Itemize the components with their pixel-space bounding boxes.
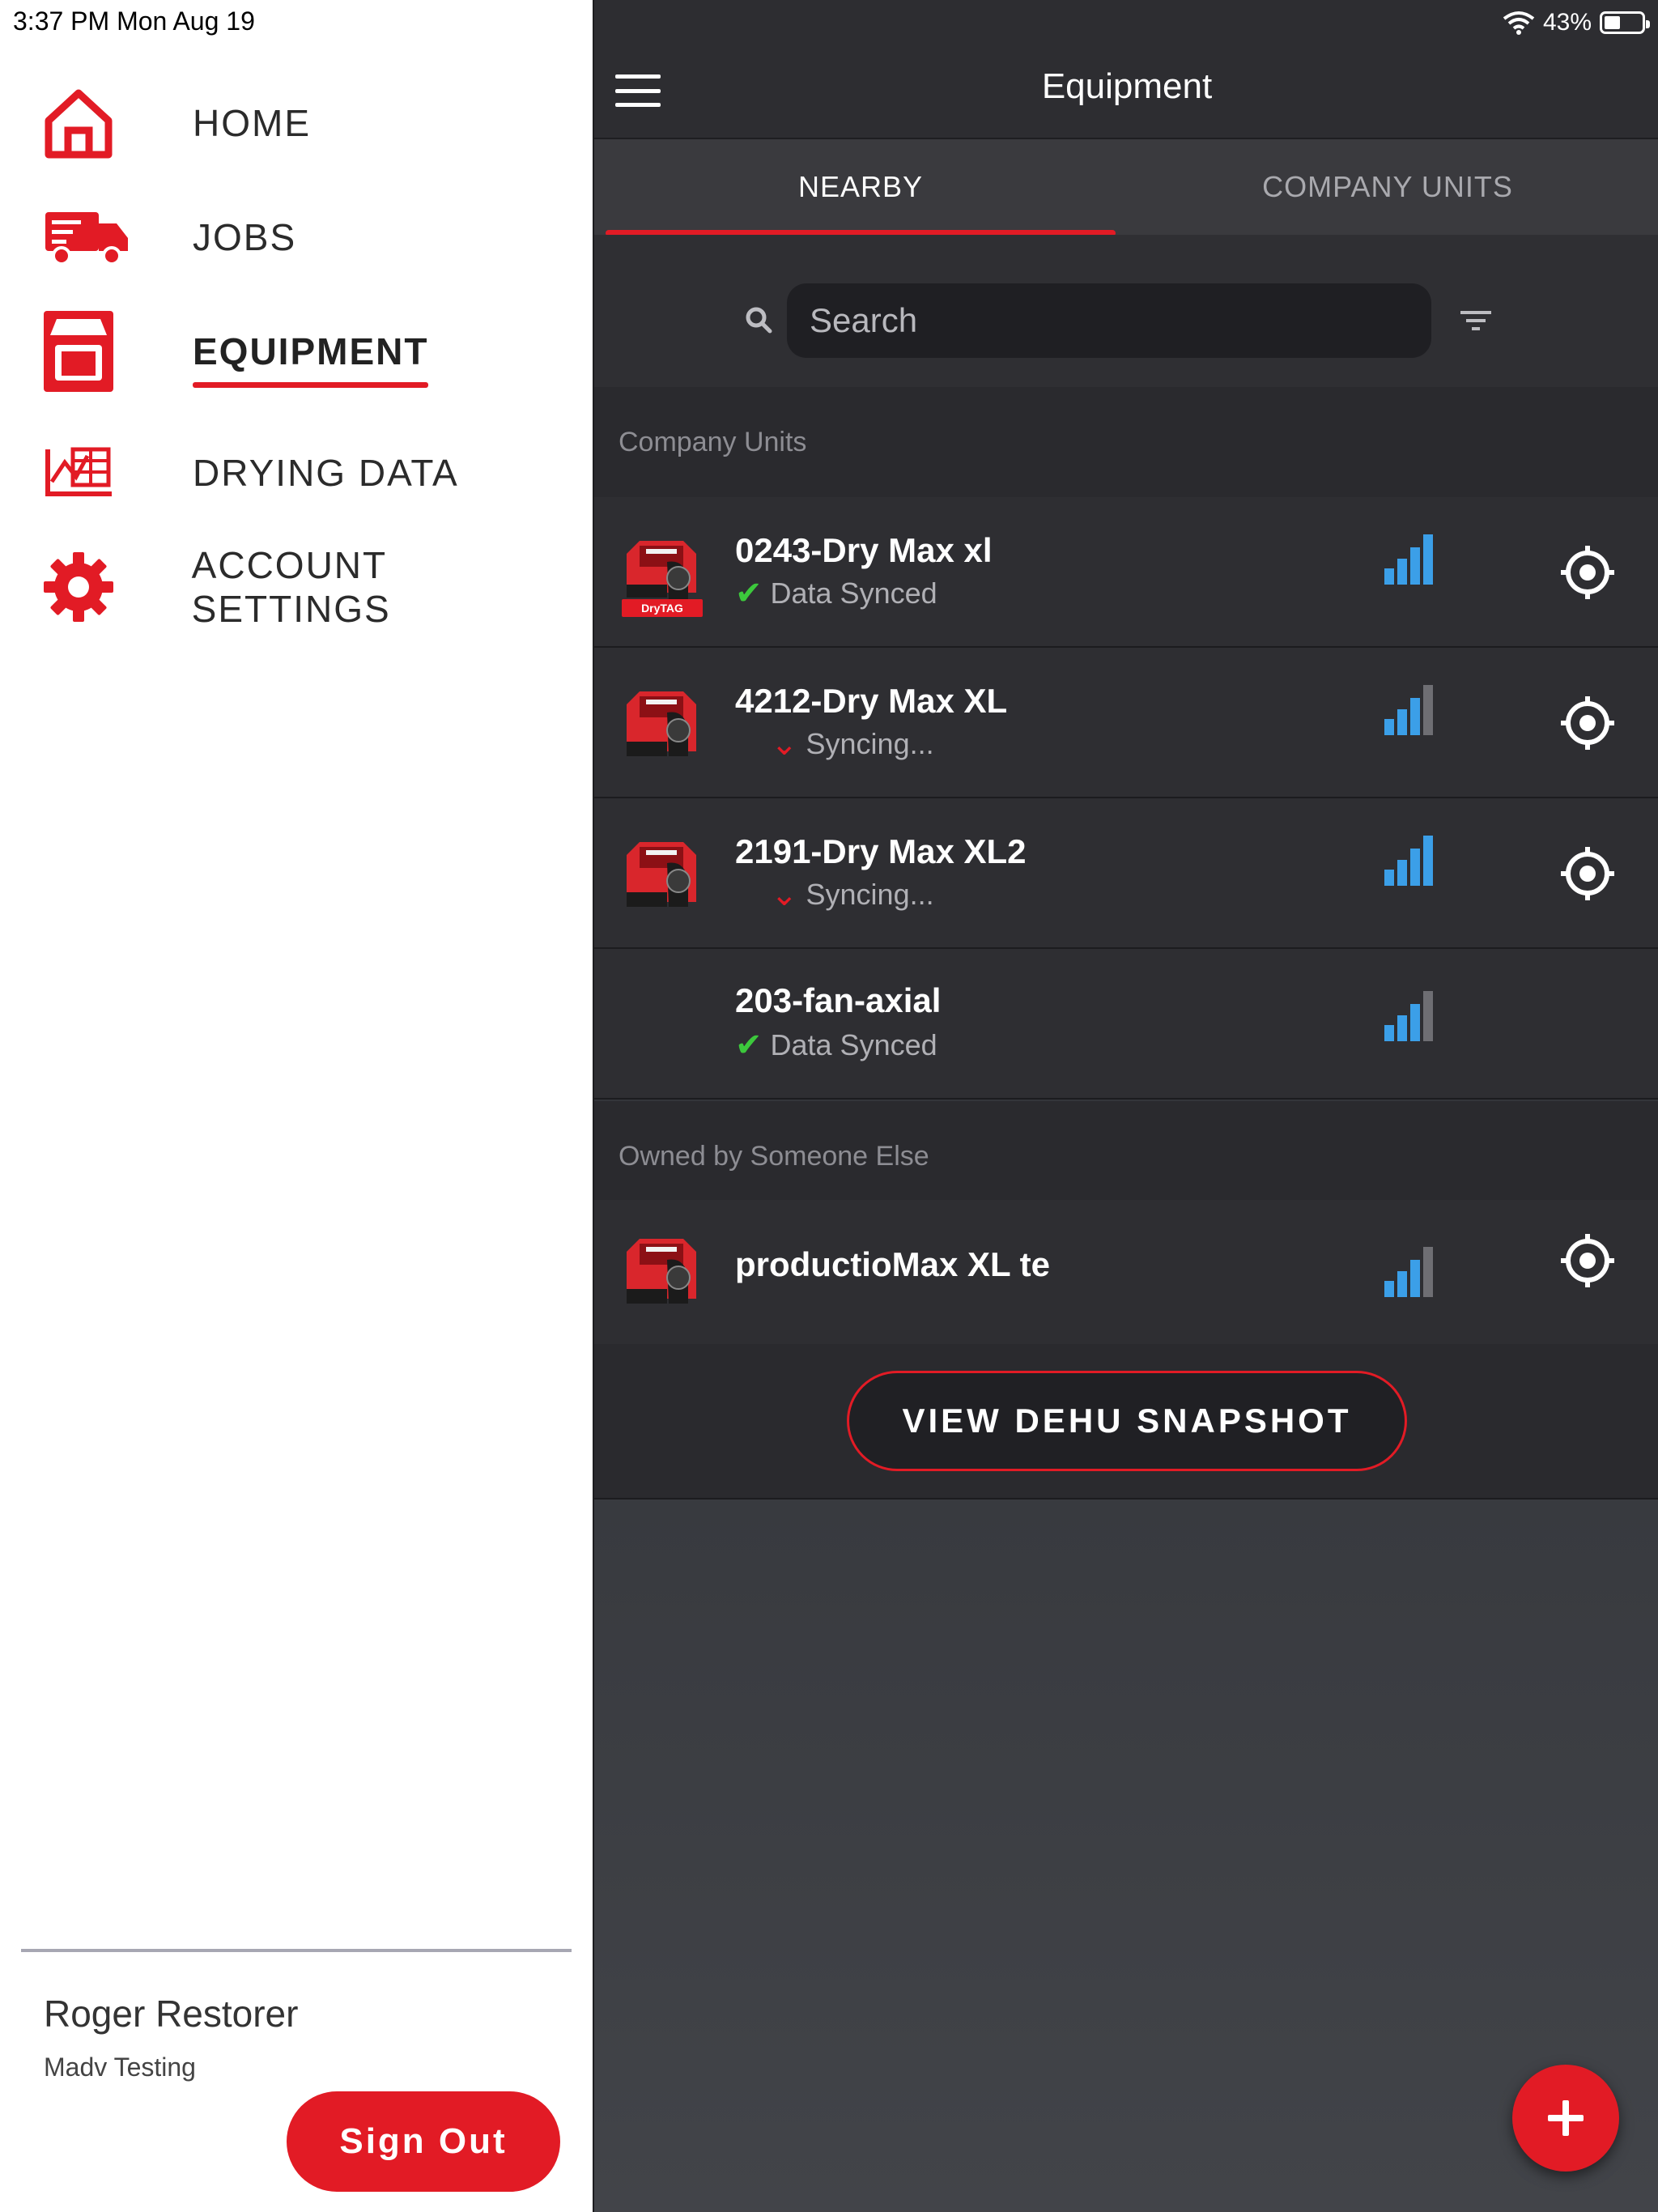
dehumidifier-icon xyxy=(627,1239,696,1304)
add-button[interactable] xyxy=(1512,2065,1619,2172)
home-icon xyxy=(42,83,131,164)
signal-strength-icon xyxy=(1384,685,1433,735)
search-bar xyxy=(594,235,1658,387)
sidebar-divider xyxy=(21,1949,572,1952)
equipment-panel: Equipment NEARBY COMPANY UNITS Company U… xyxy=(593,0,1658,2212)
equipment-row[interactable]: 203-fan-axial ✔ Data Synced xyxy=(594,949,1658,1100)
drytag-badge: DryTAG xyxy=(641,602,683,615)
search-icon xyxy=(746,307,772,334)
tab-company-units[interactable]: COMPANY UNITS xyxy=(1116,139,1658,235)
checkmark-icon: ✔ xyxy=(735,576,763,611)
sync-status-label: Syncing... xyxy=(806,727,934,760)
signal-strength-icon xyxy=(1384,1247,1433,1297)
sidebar: HOME JOBS EQUIPMENT DRYING DATA ACCOUNT … xyxy=(0,0,593,2212)
checkmark-icon: ✔ xyxy=(735,1027,763,1063)
sidebar-item-jobs[interactable]: JOBS xyxy=(42,197,296,278)
equipment-name: 0243-Dry Max xl xyxy=(735,531,993,569)
signal-strength-icon xyxy=(1384,991,1433,1041)
page-title: Equipment xyxy=(1041,66,1213,106)
equipment-row[interactable]: productioMax XL te xyxy=(594,1200,1658,1344)
sync-status: ⌄ Syncing... xyxy=(735,725,934,763)
sidebar-item-account-settings[interactable]: ACCOUNT SETTINGS xyxy=(42,544,593,630)
sync-status-label: Data Synced xyxy=(770,1028,937,1061)
sync-status-label: Data Synced xyxy=(770,576,937,610)
equipment-name: 2191-Dry Max XL2 xyxy=(735,832,1027,870)
sync-status: ✔ Data Synced xyxy=(735,1027,937,1064)
sidebar-item-label: EQUIPMENT xyxy=(193,330,429,388)
battery-percent: 43% xyxy=(1542,9,1592,36)
equipment-row[interactable]: 4212-Dry Max XL ⌄ Syncing... xyxy=(594,648,1658,798)
equipment-name: 203-fan-axial xyxy=(735,981,942,1019)
equipment-row[interactable]: 2191-Dry Max XL2 ⌄ Syncing... xyxy=(594,798,1658,949)
sidebar-item-label: DRYING DATA xyxy=(193,452,459,494)
truck-icon xyxy=(42,197,131,278)
drying-data-icon xyxy=(42,432,131,513)
sidebar-item-drying-data[interactable]: DRYING DATA xyxy=(42,432,459,513)
locate-icon[interactable] xyxy=(1559,1232,1616,1289)
tab-nearby[interactable]: NEARBY xyxy=(606,139,1116,235)
syncing-chevron-icon: ⌄ xyxy=(771,726,798,762)
snapshot-section: VIEW DEHU SNAPSHOT xyxy=(594,1344,1658,1499)
equipment-name: 4212-Dry Max XL xyxy=(735,682,1008,720)
sidebar-item-label: HOME xyxy=(193,102,311,144)
battery-icon xyxy=(1600,11,1650,34)
section-header-owned-by-someone-else: Owned by Someone Else xyxy=(594,1101,1658,1211)
equipment-icon xyxy=(42,311,131,392)
equipment-name: productioMax XL te xyxy=(735,1245,1050,1283)
locate-icon[interactable] xyxy=(1559,845,1616,902)
locate-icon[interactable] xyxy=(1559,544,1616,601)
equipment-row[interactable]: DryTAG 0243-Dry Max xl ✔ Data Synced xyxy=(594,497,1658,648)
signal-strength-icon xyxy=(1384,534,1433,585)
sync-status: ⌄ Syncing... xyxy=(735,876,934,913)
view-dehu-snapshot-button[interactable]: VIEW DEHU SNAPSHOT xyxy=(847,1371,1407,1471)
user-name: Roger Restorer xyxy=(44,1993,299,2035)
sidebar-item-equipment[interactable]: EQUIPMENT xyxy=(42,311,429,392)
sync-status: ✔ Data Synced xyxy=(735,575,937,612)
top-bar: Equipment xyxy=(594,0,1658,139)
user-company: Madv Testing xyxy=(44,2052,196,2082)
locate-icon[interactable] xyxy=(1559,695,1616,751)
filter-icon[interactable] xyxy=(1459,308,1493,334)
plus-icon xyxy=(1548,2100,1584,2136)
dehumidifier-icon: DryTAG xyxy=(622,541,703,617)
sync-status-label: Syncing... xyxy=(806,878,934,911)
search-input[interactable] xyxy=(810,301,1431,340)
wifi-icon xyxy=(1503,11,1535,35)
gear-icon xyxy=(42,547,130,627)
sign-out-button[interactable]: Sign Out xyxy=(287,2091,560,2192)
dehumidifier-icon xyxy=(627,842,696,907)
search-field xyxy=(787,283,1431,358)
signal-strength-icon xyxy=(1384,836,1433,886)
status-indicators: 43% xyxy=(1503,6,1650,39)
sidebar-item-label: JOBS xyxy=(193,216,297,258)
tab-bar: NEARBY COMPANY UNITS xyxy=(594,139,1658,236)
sidebar-item-label: ACCOUNT SETTINGS xyxy=(191,544,391,630)
syncing-chevron-icon: ⌄ xyxy=(771,877,798,912)
dehumidifier-icon xyxy=(627,691,696,756)
sidebar-item-home[interactable]: HOME xyxy=(42,83,311,164)
status-time: 3:37 PM Mon Aug 19 xyxy=(13,6,255,36)
section-header-company-units: Company Units xyxy=(594,387,1658,497)
